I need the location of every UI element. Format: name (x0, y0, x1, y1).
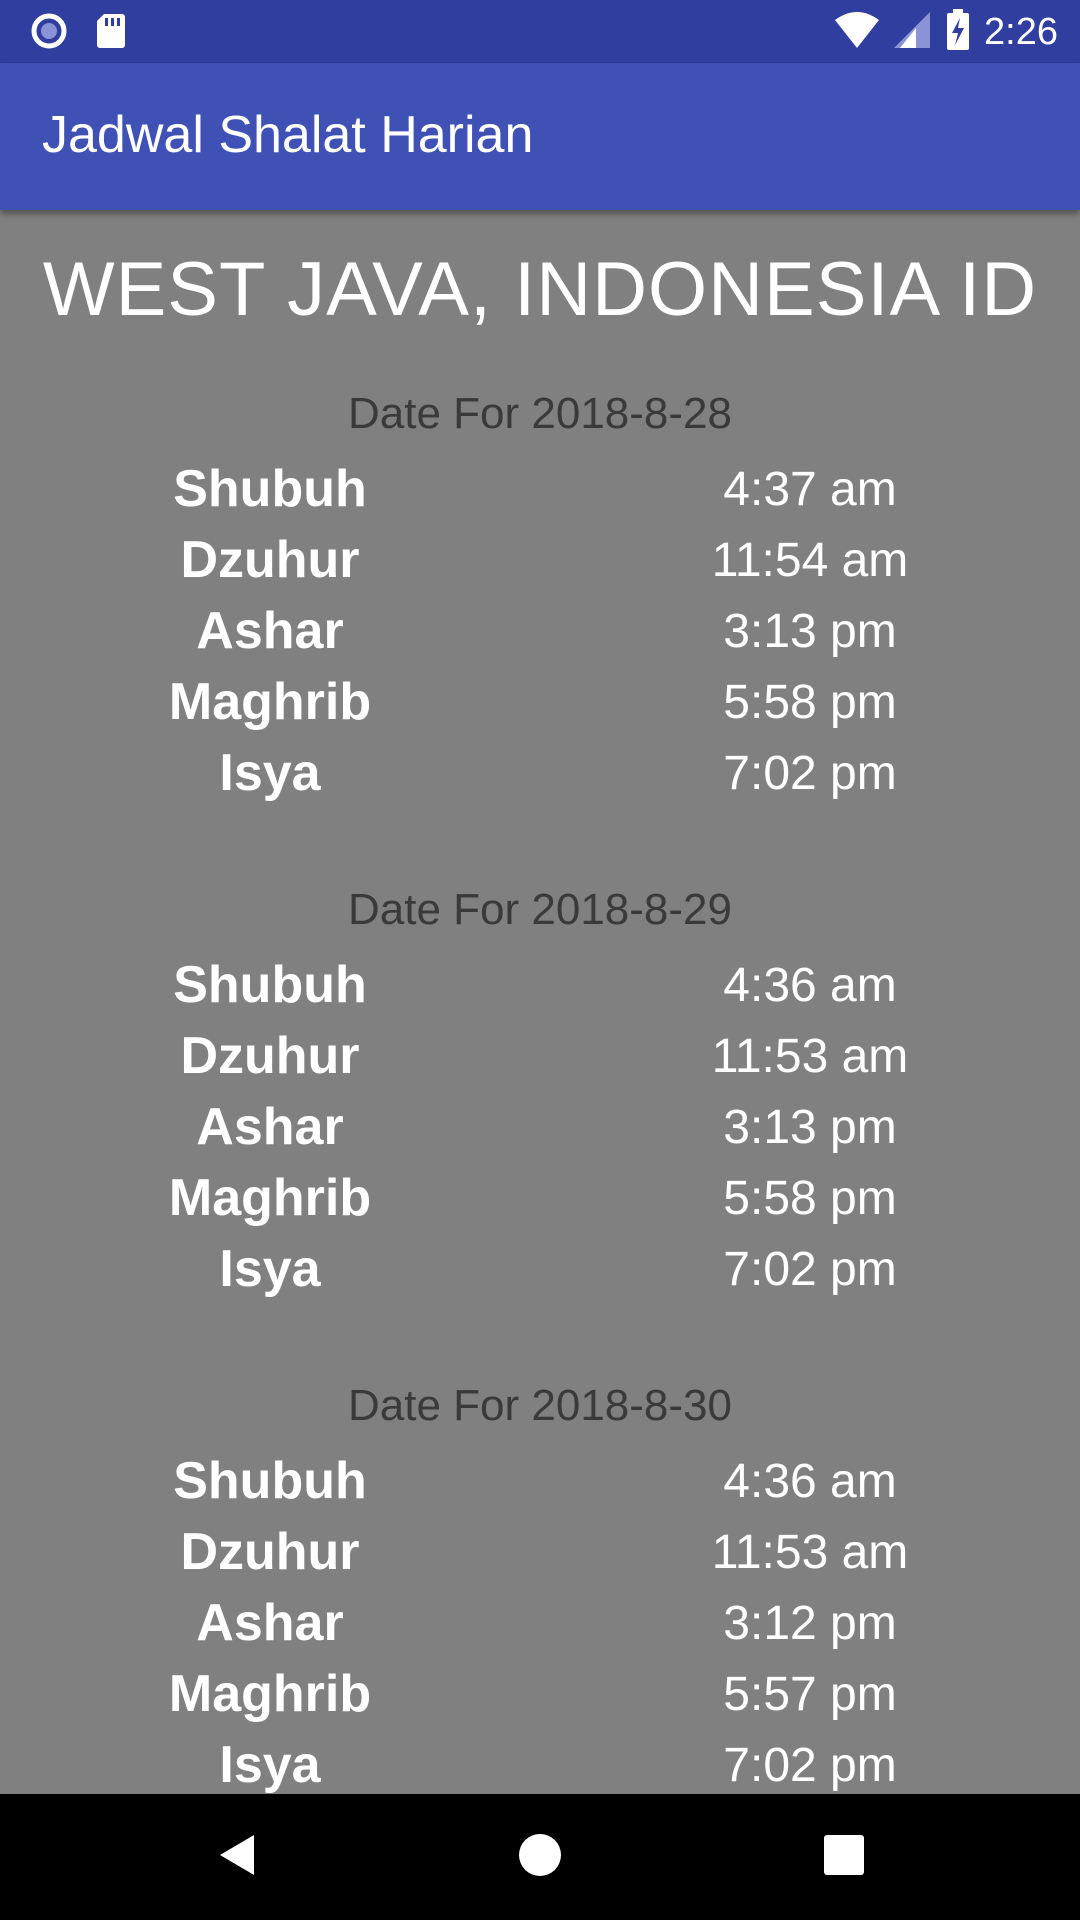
status-bar: 2:26 (0, 0, 1080, 63)
prayer-name: Isya (219, 744, 321, 802)
prayer-name: Shubuh (173, 1452, 367, 1510)
prayer-row: Ashar 3:13 pm (0, 596, 1080, 667)
prayer-name: Maghrib (168, 1169, 372, 1227)
recents-icon (824, 1834, 864, 1880)
prayer-name: Dzuhur (180, 1523, 360, 1581)
prayer-name: Ashar (196, 602, 344, 660)
date-label: Date For 2018-8-28 (348, 389, 732, 438)
prayer-row: Isya 7:02 pm (0, 738, 1080, 809)
screen: 2:26 Jadwal Shalat Harian WEST JAVA, IND… (0, 0, 1080, 1920)
prayer-name: Isya (219, 1240, 321, 1298)
prayer-time: 7:02 pm (723, 747, 897, 800)
prayer-name: Shubuh (173, 460, 367, 518)
back-icon (214, 1831, 258, 1884)
prayer-time: 5:58 pm (723, 676, 897, 729)
prayer-row: Isya 7:02 pm (0, 1234, 1080, 1305)
prayer-time: 7:02 pm (723, 1243, 897, 1296)
signal-icon (894, 10, 932, 55)
prayer-time: 11:54 am (711, 534, 909, 587)
prayer-time: 3:13 pm (723, 1101, 897, 1154)
content-area[interactable]: WEST JAVA, INDONESIA ID Date For 2018-8-… (0, 210, 1080, 1794)
status-time: 2:26 (984, 11, 1058, 53)
app-bar: Jadwal Shalat Harian (0, 63, 1080, 210)
location-title: WEST JAVA, INDONESIA ID (42, 247, 1038, 332)
date-label: Date For 2018-8-29 (348, 885, 732, 934)
prayer-time: 11:53 am (711, 1526, 909, 1579)
wifi-icon (834, 10, 880, 55)
navigation-bar (0, 1794, 1080, 1920)
prayer-name: Ashar (196, 1098, 344, 1156)
prayer-name: Shubuh (173, 956, 367, 1014)
prayer-time: 4:36 am (723, 1455, 897, 1508)
prayer-row: Ashar 3:12 pm (0, 1588, 1080, 1659)
prayer-time: 4:36 am (723, 959, 897, 1012)
home-button[interactable] (510, 1827, 570, 1887)
prayer-row: Ashar 3:13 pm (0, 1092, 1080, 1163)
prayer-name: Dzuhur (180, 531, 360, 589)
battery-charging-icon (946, 8, 970, 56)
prayer-name: Maghrib (168, 673, 372, 731)
prayer-name: Isya (219, 1736, 321, 1794)
prayer-time: 3:13 pm (723, 605, 897, 658)
prayer-name: Ashar (196, 1594, 344, 1652)
prayer-row: Maghrib 5:58 pm (0, 667, 1080, 738)
prayer-name: Maghrib (168, 1665, 372, 1723)
circle-notification-icon (30, 12, 68, 55)
home-icon (517, 1832, 563, 1883)
prayer-row: Dzuhur 11:53 am (0, 1021, 1080, 1092)
prayer-time: 3:12 pm (723, 1597, 897, 1650)
prayer-time: 4:37 am (723, 463, 897, 516)
prayer-row: Dzuhur 11:54 am (0, 525, 1080, 596)
prayer-time: 7:02 pm (723, 1739, 897, 1792)
prayer-row: Isya 7:02 pm (0, 1730, 1080, 1794)
sd-card-icon (96, 12, 126, 55)
prayer-time: 5:57 pm (723, 1668, 897, 1721)
prayer-row: Maghrib 5:57 pm (0, 1659, 1080, 1730)
prayer-row: Maghrib 5:58 pm (0, 1163, 1080, 1234)
back-button[interactable] (206, 1827, 266, 1887)
prayer-time: 11:53 am (711, 1030, 909, 1083)
prayer-name: Dzuhur (180, 1027, 360, 1085)
prayer-row: Shubuh 4:37 am (0, 454, 1080, 525)
recents-button[interactable] (814, 1827, 874, 1887)
app-title: Jadwal Shalat Harian (42, 106, 534, 164)
prayer-row: Shubuh 4:36 am (0, 1446, 1080, 1517)
date-label: Date For 2018-8-30 (348, 1381, 732, 1430)
prayer-time: 5:58 pm (723, 1172, 897, 1225)
prayer-row: Shubuh 4:36 am (0, 950, 1080, 1021)
prayer-row: Dzuhur 11:53 am (0, 1517, 1080, 1588)
